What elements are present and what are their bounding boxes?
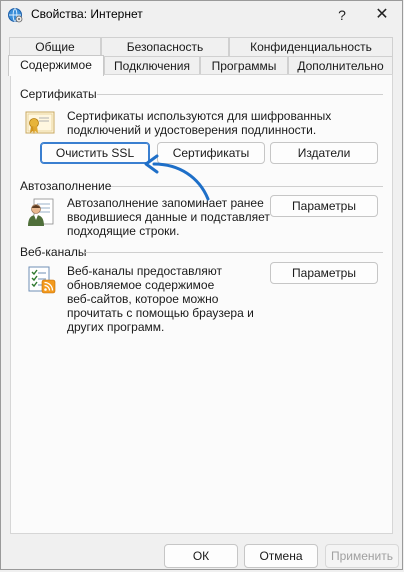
close-button[interactable]: ✕ [365, 1, 399, 29]
tab-connections[interactable]: Подключения [104, 56, 200, 75]
autocomplete-section-title: Автозаполнение [20, 179, 112, 193]
internet-properties-window: Свойства: Интернет ? ✕ Общие Безопасност… [0, 0, 403, 570]
clear-ssl-button[interactable]: Очистить SSL [40, 142, 150, 164]
certificates-button[interactable]: Сертификаты [157, 142, 265, 164]
autocomplete-user-form-icon [28, 198, 54, 226]
tab-general[interactable]: Общие [9, 37, 101, 56]
autocomplete-settings-button[interactable]: Параметры [270, 195, 378, 217]
ok-button[interactable]: ОК [164, 544, 238, 568]
certificate-icon [25, 111, 55, 134]
globe-settings-icon [8, 8, 23, 23]
feeds-rss-icon [28, 266, 56, 294]
feeds-description: Веб-каналы предоставляют обновляемое сод… [67, 264, 254, 334]
certificates-description: Сертификаты используются для шифрованных… [67, 109, 332, 137]
tab-advanced[interactable]: Дополнительно [288, 56, 393, 75]
tab-security[interactable]: Безопасность [101, 37, 229, 56]
tab-programs[interactable]: Программы [200, 56, 288, 75]
publishers-button[interactable]: Издатели [270, 142, 378, 164]
feeds-settings-button[interactable]: Параметры [270, 262, 378, 284]
content-tab-panel: Сертификаты Сертификаты используются для… [10, 74, 393, 534]
autocomplete-divider [111, 186, 383, 187]
help-button[interactable]: ? [325, 1, 359, 29]
certificates-section-title: Сертификаты [20, 87, 97, 101]
autocomplete-description: Автозаполнение запоминает ранее вводивши… [67, 196, 270, 238]
feeds-divider [85, 252, 383, 253]
feeds-section-title: Веб-каналы [20, 245, 87, 259]
certificates-divider [97, 94, 383, 95]
title-bar: Свойства: Интернет ? ✕ [1, 1, 402, 29]
tab-privacy[interactable]: Конфиденциальность [229, 37, 393, 56]
tab-content[interactable]: Содержимое [8, 55, 104, 76]
cancel-button[interactable]: Отмена [244, 544, 318, 568]
apply-button[interactable]: Применить [325, 544, 399, 568]
window-title: Свойства: Интернет [31, 7, 143, 21]
